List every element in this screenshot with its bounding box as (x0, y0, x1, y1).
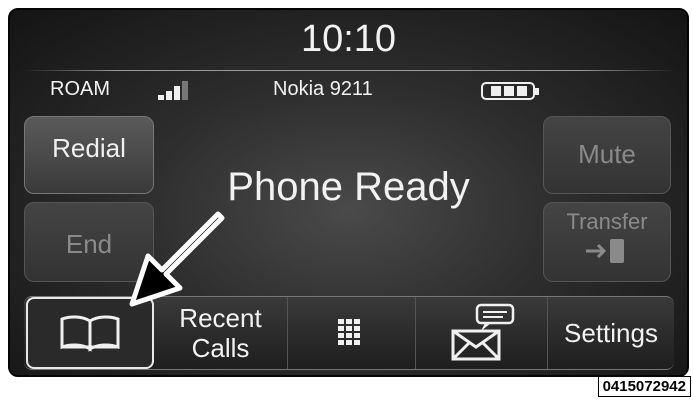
recent-calls-line2: Calls (191, 333, 250, 363)
signal-bars-icon (158, 80, 198, 100)
header-divider (22, 70, 675, 71)
transfer-label: Transfer (566, 209, 648, 234)
redial-label: Redial (52, 133, 126, 163)
clock: 10:10 (300, 18, 397, 60)
bottom-toolbar: Recent Calls Settings (24, 296, 674, 370)
transfer-button[interactable]: Transfer (543, 202, 671, 282)
keypad-icon (337, 319, 360, 345)
messaging-icon (451, 303, 514, 361)
phonebook-icon (60, 315, 120, 352)
transfer-phone-icon (586, 239, 624, 263)
pointer-arrow-icon (129, 211, 225, 307)
device-name: Nokia 9211 (273, 78, 373, 100)
battery-icon (481, 82, 539, 100)
mute-button[interactable]: Mute (543, 116, 671, 194)
phone-screen: 10:10 ROAM Nokia 9211 Redial End Phone R… (8, 8, 689, 377)
roaming-status: ROAM (50, 78, 110, 100)
tab-keypad[interactable] (288, 297, 416, 369)
tab-messaging[interactable] (416, 297, 548, 369)
end-label: End (65, 229, 113, 259)
tab-settings[interactable]: Settings (548, 297, 674, 369)
image-code: 0415072942 (597, 376, 691, 397)
mute-label: Mute (578, 139, 636, 169)
settings-label: Settings (564, 318, 658, 348)
